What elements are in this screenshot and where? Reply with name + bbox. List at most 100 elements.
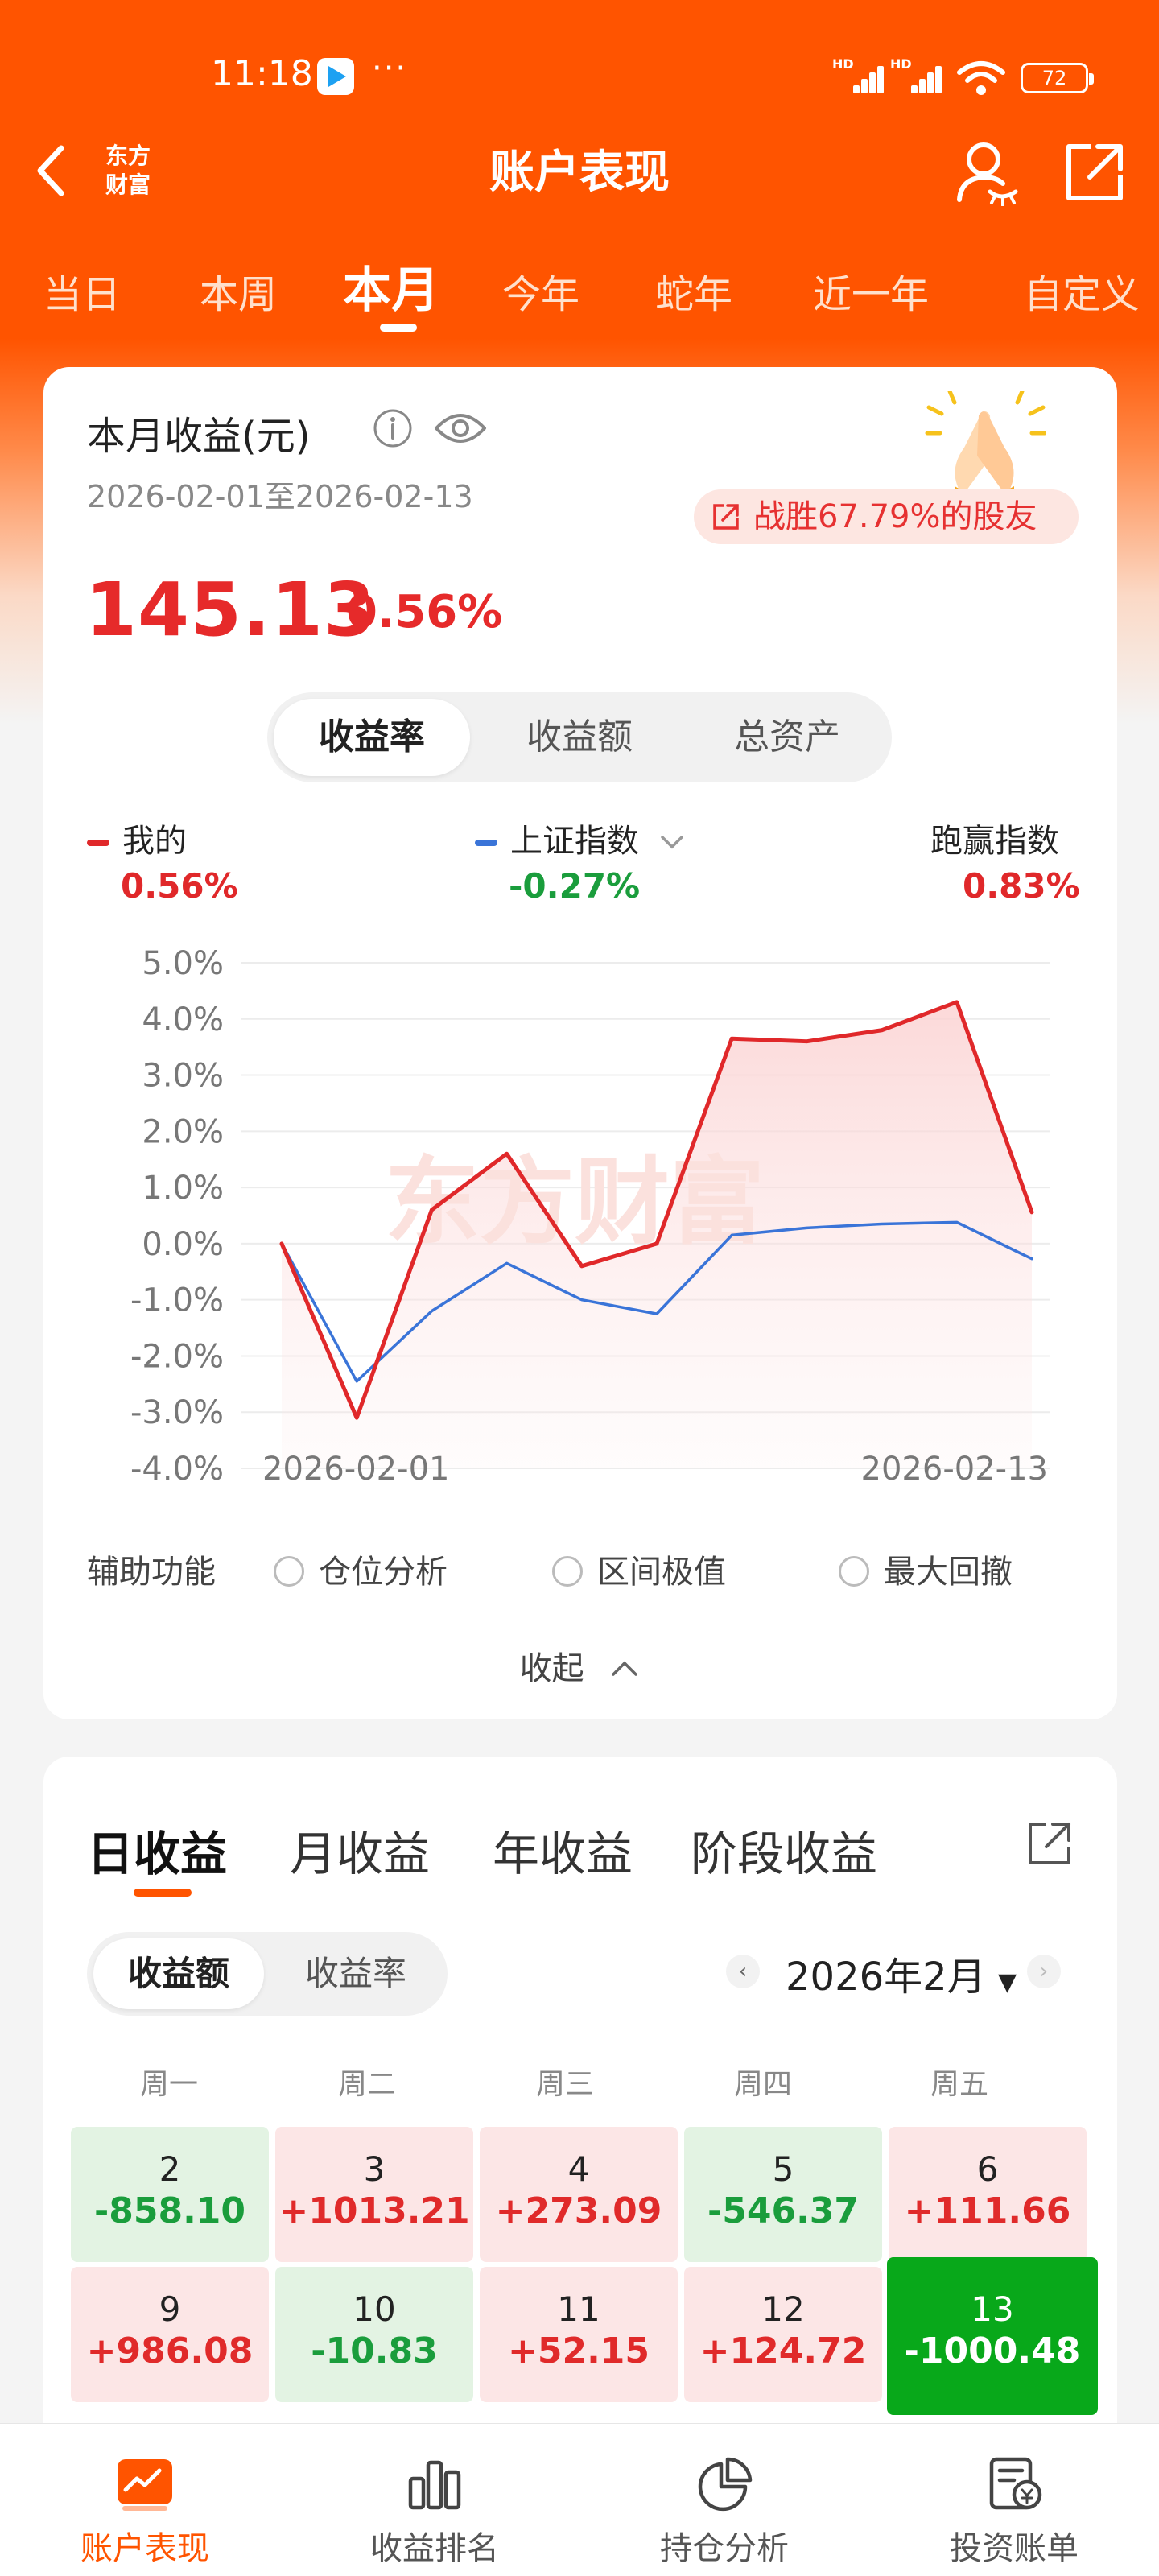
data-point	[281, 1243, 283, 1245]
beat-percent-badge[interactable]: 战胜67.79%的股友	[694, 489, 1079, 544]
tab-stage-returns[interactable]: 阶段收益	[691, 1816, 877, 1884]
calendar-day-cell[interactable]: 12 +124.72	[684, 2267, 882, 2402]
date-range: 2026-02-01至2026-02-13	[87, 479, 473, 514]
month-label[interactable]: 2026年2月 ▼	[786, 1945, 1017, 2001]
data-point	[431, 1209, 432, 1211]
calendar-day-cell[interactable]: 4 +273.09	[480, 2127, 678, 2262]
weekday-mon: 周一	[139, 2068, 198, 2101]
summary-label: 本月收益(元)	[87, 414, 311, 459]
data-point	[581, 1265, 583, 1267]
day-number: 2	[159, 2149, 181, 2189]
legend-mine: 我的	[87, 815, 187, 861]
mode-amount[interactable]: 收益额	[93, 1938, 264, 2009]
month-selector: ‹ 2026年2月 ▼ ›	[711, 1942, 1074, 2006]
day-number: 12	[761, 2289, 805, 2329]
status-bar: 11:18 ··· HD HD 72	[0, 0, 1159, 153]
user-privacy-icon[interactable]	[955, 138, 1019, 206]
export-icon[interactable]	[1024, 1818, 1075, 1869]
eye-icon[interactable]	[433, 407, 488, 449]
legend-index-selector[interactable]: 上证指数	[475, 815, 687, 861]
y-tick-label: 1.0%	[142, 1170, 224, 1207]
signal-icon-2: HD	[890, 56, 942, 93]
day-return-value: -10.83	[311, 2330, 438, 2372]
data-point	[506, 1262, 508, 1264]
tab-yearly-returns[interactable]: 年收益	[493, 1816, 633, 1884]
data-point	[1031, 1258, 1033, 1260]
day-return-value: -546.37	[707, 2190, 860, 2231]
aux-label: 辅助功能	[87, 1554, 216, 1591]
tab-month[interactable]: 本月	[343, 251, 439, 321]
returns-mode-toggle: 收益额 收益率	[87, 1932, 448, 2016]
x-tick-label: 2026-02-13	[861, 1451, 1048, 1488]
weekday-wed: 周三	[535, 2068, 594, 2101]
metric-option-rate[interactable]: 收益率	[274, 699, 470, 776]
app-root: 11:18 ··· HD HD 72 东方 财富 账户表现 当日 本周 本月 今…	[0, 0, 1159, 2576]
return-percent: 0.56%	[346, 586, 503, 638]
y-tick-label: 0.0%	[142, 1226, 224, 1263]
wifi-icon	[957, 61, 1005, 95]
tab-day[interactable]: 当日	[43, 262, 121, 319]
calendar-day-cell[interactable]: 13 -1000.48	[887, 2257, 1098, 2415]
collapse-button[interactable]: 收起	[43, 1642, 1117, 1689]
tab-daily-returns[interactable]: 日收益	[87, 1816, 227, 1884]
calendar-day-cell[interactable]: 2 -858.10	[71, 2127, 269, 2262]
returns-tab-indicator	[134, 1889, 192, 1897]
day-return-value: +1013.21	[278, 2190, 470, 2231]
option-max-drawdown[interactable]: 最大回撤	[839, 1546, 1013, 1592]
tab-custom[interactable]: 自定义	[1024, 262, 1140, 319]
more-notifications-icon: ···	[372, 50, 408, 87]
nav-holdings-analysis[interactable]: 持仓分析	[580, 2424, 869, 2576]
day-number: 10	[353, 2289, 396, 2329]
y-tick-label: 3.0%	[142, 1058, 224, 1095]
prev-month-chevron-icon[interactable]: ‹	[726, 1955, 760, 1988]
y-tick-label: -2.0%	[130, 1338, 224, 1375]
tab-week[interactable]: 本周	[200, 262, 277, 319]
eastmoney-logo: 东方 财富	[105, 142, 151, 198]
applause-hands-icon	[925, 391, 1046, 504]
metric-option-amount[interactable]: 收益额	[481, 699, 678, 776]
calendar-day-cell[interactable]: 9 +986.08	[71, 2267, 269, 2402]
y-tick-label: 2.0%	[142, 1113, 224, 1150]
returns-summary-card: 本月收益(元) 2026-02-01至2026-02-13 战胜67.79%的股…	[43, 367, 1117, 1719]
day-return-value: +52.15	[507, 2330, 650, 2372]
option-position-analysis[interactable]: 仓位分析	[274, 1546, 448, 1592]
chart-icon	[118, 2459, 172, 2511]
mode-rate[interactable]: 收益率	[270, 1938, 441, 2009]
period-tabs: 当日 本周 本月 今年 蛇年 近一年 自定义	[0, 250, 1159, 346]
y-tick-label: 5.0%	[142, 945, 224, 982]
calendar-day-cell[interactable]: 6 +111.66	[889, 2127, 1087, 2262]
battery-icon: 72	[1021, 63, 1094, 93]
day-return-value: +124.72	[699, 2330, 867, 2372]
day-return-value: -1000.48	[904, 2330, 1081, 2372]
next-month-chevron-icon[interactable]: ›	[1027, 1955, 1061, 1988]
chart-svg: 5.0% 4.0% 3.0% 2.0% 1.0% 0.0% -1.0% -2.0% -3.0% -…	[130, 945, 1050, 1488]
tab-last-year[interactable]: 近一年	[813, 262, 929, 319]
share-icon[interactable]	[1061, 138, 1128, 206]
calendar-day-cell[interactable]: 11 +52.15	[480, 2267, 678, 2402]
y-tick-label: -1.0%	[130, 1282, 224, 1319]
signal-icon: HD	[832, 56, 884, 93]
data-point	[956, 1001, 958, 1003]
bottom-navigation: 账户表现 收益排名 持仓分析 投资账单	[0, 2423, 1159, 2576]
nav-return-ranking[interactable]: 收益排名	[290, 2424, 580, 2576]
day-number: 9	[159, 2289, 181, 2329]
calendar-day-cell[interactable]: 10 -10.83	[275, 2267, 473, 2402]
nav-investment-bill[interactable]: 投资账单	[869, 2424, 1159, 2576]
option-range-extremes[interactable]: 区间极值	[552, 1546, 726, 1592]
info-icon[interactable]	[372, 407, 414, 449]
metric-option-assets[interactable]: 总资产	[689, 699, 885, 776]
back-chevron-icon[interactable]	[32, 142, 72, 200]
play-store-icon	[317, 58, 354, 95]
data-point	[581, 1299, 583, 1301]
chevron-down-icon	[660, 836, 683, 849]
day-number: 5	[772, 2149, 794, 2189]
calendar-day-cell[interactable]: 5 -546.37	[684, 2127, 882, 2262]
tab-snake-year[interactable]: 蛇年	[655, 262, 732, 319]
tab-year[interactable]: 今年	[502, 262, 580, 319]
nav-account-performance[interactable]: 账户表现	[0, 2424, 290, 2576]
legend-beat-value: 0.83%	[963, 866, 1080, 906]
tab-monthly-returns[interactable]: 月收益	[290, 1816, 430, 1884]
day-number: 13	[971, 2289, 1014, 2329]
status-time: 11:18	[211, 53, 313, 94]
calendar-day-cell[interactable]: 3 +1013.21	[275, 2127, 473, 2262]
